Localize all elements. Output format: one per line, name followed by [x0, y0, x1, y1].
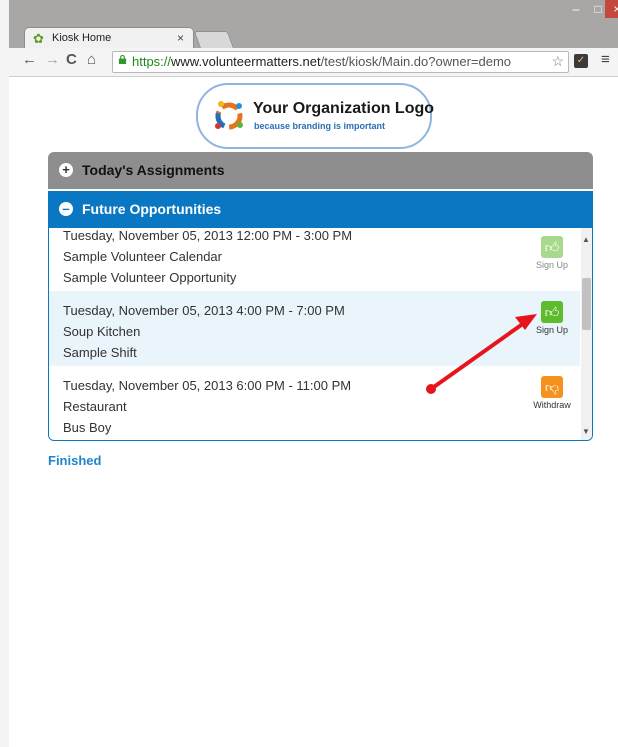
todays-assignments-header[interactable]: + Today's Assignments	[48, 152, 593, 189]
opportunity-date: Tuesday, November 05, 2013 4:00 PM - 7:0…	[63, 303, 345, 318]
logo-subtitle: because branding is important	[254, 121, 386, 131]
logo-people-icon	[215, 101, 243, 130]
opportunity-date: Tuesday, November 05, 2013 6:00 PM - 11:…	[63, 378, 352, 393]
opportunity-name: Sample Shift	[63, 345, 137, 360]
url-host: www.volunteermatters.net	[171, 54, 321, 69]
section-label: Today's Assignments	[82, 162, 225, 178]
list-item: Tuesday, November 05, 2013 6:00 PM - 11:…	[49, 366, 580, 440]
home-icon[interactable]: ⌂	[87, 51, 96, 68]
opportunity-calendar: Sample Volunteer Calendar	[63, 249, 222, 264]
thumbs-up-icon: 👍︎	[541, 236, 563, 258]
sign-up-button[interactable]: 👍︎ Sign Up	[527, 236, 577, 270]
new-tab-button[interactable]	[193, 31, 235, 49]
url-path: /test/kiosk/Main.do?owner=demo	[320, 54, 512, 69]
forward-arrow-icon[interactable]: →	[45, 51, 60, 68]
extension-icon[interactable]: ✓	[574, 54, 588, 68]
opportunity-date: Tuesday, November 05, 2013 12:00 PM - 3:…	[63, 228, 353, 243]
flower-favicon-icon: ✿	[33, 31, 44, 46]
action-label: Sign Up	[535, 325, 569, 335]
opportunity-name: Sample Volunteer Opportunity	[63, 270, 237, 285]
logo-title: Your Organization Logo	[253, 100, 435, 117]
back-arrow-icon[interactable]: ←	[22, 51, 37, 68]
bookmark-star-icon[interactable]: ☆	[551, 53, 564, 70]
finished-link[interactable]: Finished	[48, 453, 101, 468]
lock-icon	[118, 55, 127, 64]
action-label: Sign Up	[535, 260, 569, 270]
address-bar[interactable]: https://www.volunteermatters.net/test/ki…	[112, 51, 569, 73]
browser-toolbar: ← → C ⌂ https://www.volunteermatters.net…	[9, 48, 618, 77]
opportunity-calendar: Soup Kitchen	[63, 324, 141, 339]
close-window-button[interactable]: ×	[605, 0, 618, 18]
list-item: Tuesday, November 05, 2013 4:00 PM - 7:0…	[49, 291, 580, 366]
scroll-down-icon[interactable]: ▼	[582, 427, 590, 436]
menu-icon[interactable]: ≡	[601, 51, 610, 68]
future-opportunities-header[interactable]: – Future Opportunities	[48, 191, 593, 228]
title-bar: ✿ Kiosk Home × – □ ×	[9, 0, 618, 49]
list-item: Tuesday, November 05, 2013 12:00 PM - 3:…	[49, 228, 580, 291]
tab-close-icon[interactable]: ×	[177, 31, 184, 45]
tab-title: Kiosk Home	[52, 32, 112, 44]
desktop-edge	[0, 0, 9, 747]
scroll-thumb[interactable]	[582, 278, 591, 330]
action-label: Withdraw	[533, 400, 571, 410]
url-scheme: https://	[132, 54, 172, 69]
minus-circle-icon: –	[59, 202, 73, 216]
opportunity-name: Bus Boy	[63, 420, 112, 435]
section-label: Future Opportunities	[82, 201, 222, 217]
plus-circle-icon: +	[59, 163, 73, 177]
reload-icon[interactable]: C	[66, 51, 77, 68]
thumbs-up-icon: 👍︎	[541, 301, 563, 323]
opportunity-list: Tuesday, November 05, 2013 12:00 PM - 3:…	[48, 228, 593, 441]
list-scrollbar[interactable]: ▲ ▼	[581, 228, 592, 440]
organization-logo: Your Organization Logo because branding …	[196, 83, 435, 149]
minimize-button[interactable]: –	[565, 0, 587, 18]
withdraw-button[interactable]: 👎︎ Withdraw	[527, 376, 577, 410]
thumbs-down-icon: 👎︎	[541, 376, 563, 398]
opportunity-calendar: Restaurant	[63, 399, 127, 414]
url-text: https://www.volunteermatters.net/test/ki…	[132, 54, 542, 69]
scroll-up-icon[interactable]: ▲	[582, 235, 590, 244]
sign-up-button[interactable]: 👍︎ Sign Up	[527, 301, 577, 335]
kiosk-page: Your Organization Logo because branding …	[9, 77, 618, 747]
browser-tab[interactable]: ✿ Kiosk Home ×	[25, 28, 193, 48]
